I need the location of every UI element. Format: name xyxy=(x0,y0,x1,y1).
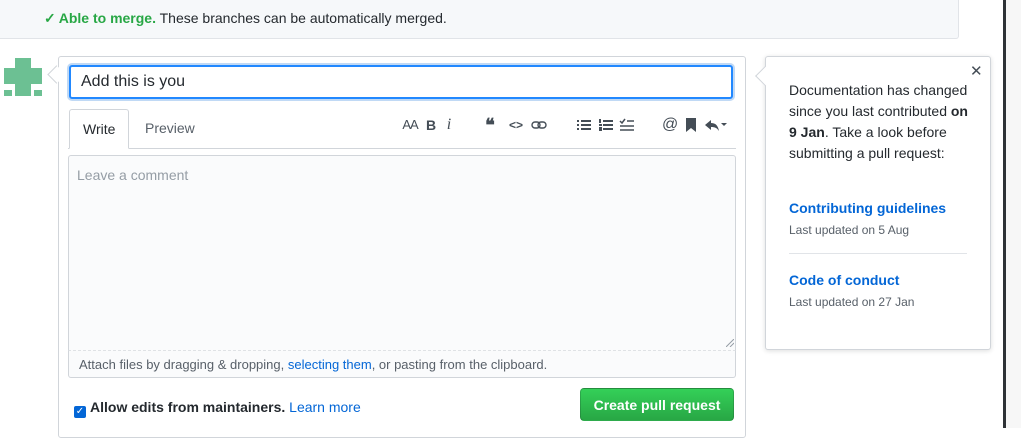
reply-dropdown-icon[interactable] xyxy=(704,116,728,134)
quote-icon[interactable]: ❝ xyxy=(482,116,498,134)
merge-status: Able to merge. xyxy=(58,10,156,26)
code-of-conduct-link[interactable]: Code of conduct xyxy=(789,272,899,288)
allow-edits-checkbox[interactable]: ✓ xyxy=(74,406,86,418)
check-icon: ✓ xyxy=(44,10,56,26)
attach-text-suffix: , or pasting from the clipboard. xyxy=(371,357,548,372)
italic-icon[interactable]: i xyxy=(444,116,454,134)
merge-status-line: ✓ Able to merge. These branches can be au… xyxy=(44,10,447,27)
bulleted-list-icon[interactable] xyxy=(575,116,593,134)
code-of-conduct-updated: Last updated on 27 Jan xyxy=(789,295,915,309)
contributing-guidelines-link[interactable]: Contributing guidelines xyxy=(789,200,946,216)
numbered-list-icon[interactable] xyxy=(597,116,615,134)
tab-preview[interactable]: Preview xyxy=(132,109,208,149)
resize-grip-icon[interactable] xyxy=(726,339,734,347)
avatar-pixel xyxy=(4,68,42,84)
close-icon[interactable]: ✕ xyxy=(970,62,983,80)
code-icon[interactable]: <> xyxy=(507,116,525,134)
tab-write[interactable]: Write xyxy=(69,109,130,149)
saved-reply-icon[interactable] xyxy=(684,116,698,134)
learn-more-link[interactable]: Learn more xyxy=(289,399,361,415)
title-input[interactable] xyxy=(69,65,733,99)
comment-textarea[interactable] xyxy=(68,155,736,351)
popover-message: Documentation has changed since you last… xyxy=(789,80,969,164)
select-files-link[interactable]: selecting them xyxy=(288,357,372,372)
avatar-pixel xyxy=(34,90,42,96)
merge-status-banner: ✓ Able to merge. These branches can be au… xyxy=(0,0,959,39)
attach-files-bar[interactable]: Attach files by dragging & dropping, sel… xyxy=(68,351,736,378)
avatar-pixel xyxy=(4,90,12,96)
text-size-icon[interactable]: AA xyxy=(400,116,420,134)
mention-icon[interactable]: @ xyxy=(662,116,678,134)
create-pull-request-button[interactable]: Create pull request xyxy=(580,388,734,421)
allow-edits-row: ✓ Allow edits from maintainers. Learn mor… xyxy=(74,399,361,418)
merge-message: These branches can be automatically merg… xyxy=(159,10,447,26)
contributing-updated: Last updated on 5 Aug xyxy=(789,223,910,237)
link-icon[interactable] xyxy=(530,116,548,134)
comment-placeholder: Leave a comment xyxy=(77,167,189,183)
task-list-icon[interactable] xyxy=(618,116,636,134)
allow-edits-label[interactable]: Allow edits from maintainers. xyxy=(90,399,285,415)
window-shadow xyxy=(1006,0,1021,428)
avatar[interactable] xyxy=(4,58,42,96)
popover-divider xyxy=(789,253,967,254)
popover-text-before: Documentation has changed since you last… xyxy=(789,82,968,119)
attach-text-prefix: Attach files by dragging & dropping, xyxy=(79,357,288,372)
bold-icon[interactable]: B xyxy=(424,116,438,134)
